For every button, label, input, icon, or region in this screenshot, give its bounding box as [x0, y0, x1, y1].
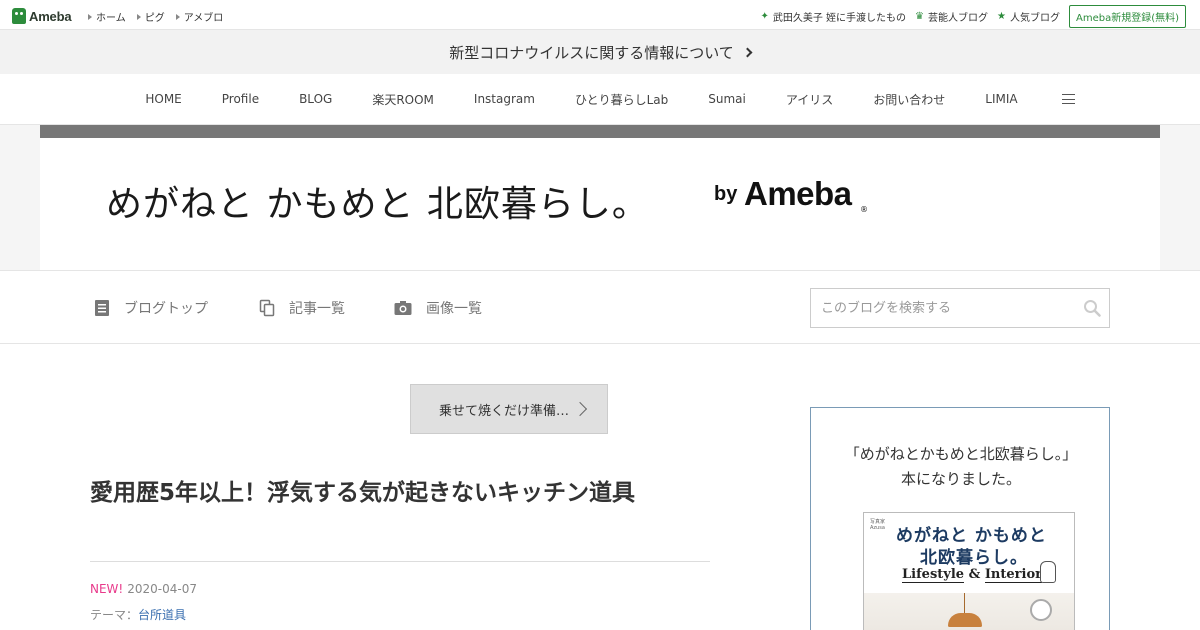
nav-blog[interactable]: BLOG — [299, 92, 332, 106]
previous-entry-button[interactable]: 乗せて焼くだけ準備… — [410, 384, 608, 434]
triangle-right-icon — [175, 14, 180, 20]
image-list-label: 画像一覧 — [426, 301, 482, 317]
wall-clock-icon — [1030, 599, 1052, 621]
nav-home[interactable]: HOME — [145, 92, 181, 106]
ameba-top-bar: Ameba ホーム ピグ アメブロ ✦ 武田久美子 姪に手渡したもの ♛ 芸能人ブロ… — [0, 0, 1200, 30]
banner-by-text: by — [714, 183, 738, 205]
nav-limia[interactable]: LIMIA — [985, 92, 1017, 106]
banner-top-strip — [40, 125, 1160, 138]
entry-title[interactable]: 愛用歴5年以上！浮気する気が起きないキッチン道具 — [90, 476, 710, 511]
cat-illustration-icon — [1040, 561, 1056, 583]
book-subtitle-interior: Interior — [984, 567, 1042, 583]
document-icon — [95, 300, 109, 316]
sparkle-icon: ✦ — [760, 10, 769, 22]
star-icon: ★ — [997, 10, 1006, 22]
theme-link[interactable]: 台所道具 — [138, 608, 186, 622]
blog-global-nav: HOME Profile BLOG 楽天ROOM Instagram ひとり暮ら… — [0, 74, 1200, 125]
copy-icon — [259, 299, 275, 317]
entry-meta: NEW! 2020-04-07 — [90, 582, 197, 596]
blog-search-input[interactable] — [811, 289, 1071, 327]
book-author-note: 写真家 Azusa — [870, 519, 886, 531]
book-title-line-2: 北欧暮らし。 — [920, 548, 1028, 568]
nav-sumai[interactable]: Sumai — [708, 92, 746, 106]
ameba-logo[interactable]: Ameba — [12, 7, 72, 25]
theme-label: テーマ： — [90, 608, 139, 622]
entry-date: 2020-04-07 — [127, 582, 197, 596]
top-links: ホーム ピグ アメブロ — [88, 9, 234, 24]
nav-profile[interactable]: Profile — [222, 92, 259, 106]
book-subtitle: Lifestyle & Interior — [902, 567, 1042, 583]
top-link-ameblo[interactable]: アメブロ — [175, 9, 223, 24]
sidebar-line-1: 「めがねとかもめと北欧暮らし。」 — [844, 445, 1078, 463]
book-subtitle-amp: & — [968, 567, 981, 582]
covid-notice-banner[interactable]: 新型コロナウイルスに関する情報について — [0, 30, 1200, 74]
new-badge: NEW! — [90, 582, 124, 596]
menu-icon[interactable] — [1061, 94, 1075, 104]
sidebar-line-2: 本になりました。 — [900, 470, 1021, 488]
register-button[interactable]: Ameba新規登録(無料) — [1068, 5, 1186, 28]
registered-mark: ® — [860, 205, 868, 214]
blog-top-link[interactable]: ブログトップ — [94, 298, 208, 318]
search-icon[interactable] — [1083, 299, 1101, 317]
chevron-right-icon — [572, 401, 588, 417]
banner-ameba-logo: Ameba — [744, 175, 852, 212]
triangle-right-icon — [136, 14, 141, 20]
blog-search-box — [810, 288, 1110, 328]
nav-iris[interactable]: アイリス — [786, 91, 833, 108]
ameba-mascot-icon — [12, 8, 26, 24]
entry-list-label: 記事一覧 — [289, 301, 345, 317]
image-list-link[interactable]: 画像一覧 — [394, 298, 482, 318]
title-divider — [90, 561, 710, 562]
celebrity-blog-link[interactable]: ♛ 芸能人ブログ — [915, 9, 988, 24]
entry-list-link[interactable]: 記事一覧 — [259, 298, 345, 318]
chevron-right-icon — [742, 47, 753, 57]
entry-theme: テーマ：台所道具 — [90, 606, 186, 623]
blog-toolbar: ブログトップ 記事一覧 画像一覧 — [0, 270, 1200, 344]
sidebar-book-text: 「めがねとかもめと北欧暮らし。」 本になりました。 — [811, 442, 1111, 492]
ameba-logo-text: Ameba — [29, 8, 72, 24]
book-cover-image[interactable]: 写真家 Azusa めがねと かもめと 北欧暮らし。 Lifestyle & I… — [863, 512, 1075, 630]
nav-instagram[interactable]: Instagram — [474, 92, 535, 106]
trending-link[interactable]: ✦ 武田久美子 姪に手渡したもの — [760, 9, 906, 24]
top-right-links: ✦ 武田久美子 姪に手渡したもの ♛ 芸能人ブログ ★ 人気ブログ Ameba新規登録… — [760, 5, 1186, 28]
triangle-right-icon — [88, 14, 92, 20]
sidebar-book-box: 「めがねとかもめと北欧暮らし。」 本になりました。 写真家 Azusa めがねと… — [810, 407, 1110, 630]
pendant-lamp-icon — [948, 613, 982, 627]
nav-contact[interactable]: お問い合わせ — [873, 91, 945, 108]
blog-top-label: ブログトップ — [124, 301, 208, 317]
blog-header-banner[interactable]: めがねと かもめと 北欧暮らし。 by Ameba ® — [40, 125, 1160, 270]
nav-hitorigurashi-lab[interactable]: ひとり暮らしLab — [575, 91, 668, 108]
book-subtitle-lifestyle: Lifestyle — [902, 567, 965, 583]
crown-icon: ♛ — [915, 10, 925, 22]
top-link-home[interactable]: ホーム — [88, 9, 126, 24]
camera-icon — [394, 301, 412, 315]
covid-notice-text: 新型コロナウイルスに関する情報について — [449, 43, 734, 62]
top-link-pigg[interactable]: ピグ — [136, 9, 165, 24]
blog-title: めがねと かもめと 北欧暮らし。 — [106, 184, 649, 225]
lamp-cord — [964, 593, 965, 615]
previous-entry-label: 乗せて焼くだけ準備… — [438, 403, 569, 419]
popular-blog-link[interactable]: ★ 人気ブログ — [997, 9, 1060, 24]
nav-rakuten-room[interactable]: 楽天ROOM — [372, 91, 434, 108]
